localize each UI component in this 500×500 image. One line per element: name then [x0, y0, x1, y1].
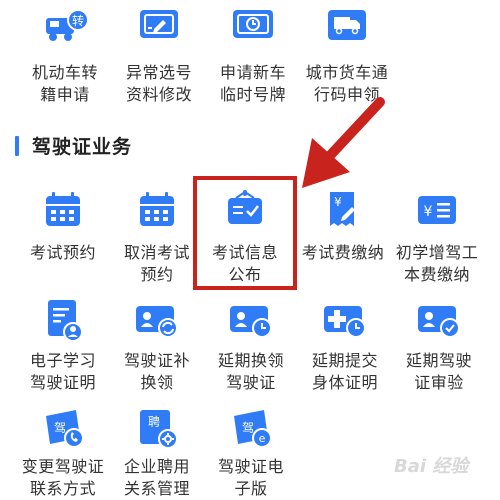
service-label: 延期驾驶 证审验 [405, 351, 472, 392]
service-label: 延期提交 身体证明 [311, 351, 378, 392]
temporary-plate-icon [228, 2, 278, 52]
service-label: 考试预约 [29, 243, 96, 262]
section-accent-bar [15, 136, 19, 156]
license-check-icon [414, 296, 464, 346]
service-label: 考试费缴纳 [301, 243, 385, 262]
service-label: 初学增驾工 本费缴纳 [395, 243, 479, 284]
license-clock-icon [226, 296, 276, 346]
svg-text:驾: 驾 [54, 421, 66, 435]
service-label: 申请新车 临时号牌 [219, 63, 286, 104]
svg-text:驾: 驾 [242, 421, 254, 435]
calendar-icon [132, 186, 182, 236]
pointer-arrow-icon [302, 97, 385, 188]
service-label: 变更驾驶证 联系方式 [21, 457, 105, 498]
health-clock-icon [320, 296, 370, 346]
service-label: 电子学习 驾驶证明 [29, 351, 96, 392]
edit-card-icon [134, 2, 184, 52]
svg-text:聘: 聘 [148, 415, 160, 429]
service-label: 取消考试 预约 [123, 243, 190, 284]
license-e-icon: 驾 e [226, 404, 276, 454]
license-phone-icon: 驾 [38, 404, 88, 454]
section-title: 驾驶证业务 [32, 136, 133, 158]
license-refresh-icon [132, 296, 182, 346]
svg-text:¥: ¥ [424, 204, 433, 220]
employ-gear-icon: 聘 [132, 404, 182, 454]
watermark-logo: Bai 经验 [394, 456, 469, 477]
truck-icon [322, 2, 372, 52]
svg-text:转: 转 [72, 13, 84, 28]
document-user-icon [38, 296, 88, 346]
service-label: 异常选号 资料修改 [125, 63, 192, 104]
highlight-box [193, 176, 297, 290]
calendar-icon [38, 186, 88, 236]
service-label: 驾驶证电 子版 [217, 457, 284, 498]
service-label: 机动车转 籍申请 [31, 63, 98, 104]
yen-list-icon: ¥ [412, 186, 462, 236]
service-label: 驾驶证补 换领 [123, 351, 190, 392]
car-transfer-icon: 转 [40, 2, 90, 52]
service-label: 企业聘用 关系管理 [123, 457, 190, 498]
service-label: 延期换领 驾驶证 [217, 351, 284, 392]
svg-text:e: e [259, 432, 266, 445]
